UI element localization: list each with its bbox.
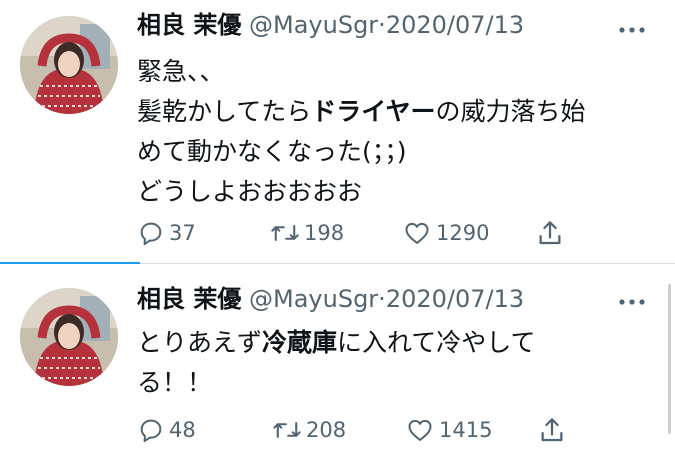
- retweet-button[interactable]: 198: [270, 218, 344, 248]
- more-icon[interactable]: [617, 20, 647, 40]
- separator-dot: ·: [378, 285, 386, 313]
- share-button[interactable]: [535, 218, 565, 248]
- tweet-date[interactable]: 2020/07/13: [386, 11, 524, 39]
- avatar[interactable]: [20, 288, 118, 386]
- like-count: 1415: [439, 418, 493, 442]
- tweet-actions: 48 208 1415: [137, 415, 577, 445]
- tweet-text: とりあえず冷蔵庫に入れて冷やしてる！！: [137, 323, 536, 403]
- text-segment: どうしよおおおおお: [137, 177, 363, 206]
- like-button[interactable]: 1415: [405, 415, 492, 445]
- text-segment: 緊急、、: [137, 57, 225, 86]
- reply-count: 48: [169, 418, 196, 442]
- tweet-header: 相良 茉優 @MayuSgr·2020/07/13: [137, 8, 524, 42]
- like-icon: [405, 222, 429, 244]
- avatar[interactable]: [20, 16, 118, 114]
- share-icon: [539, 221, 561, 245]
- highlighted-text: 冷蔵庫: [262, 328, 338, 357]
- user-handle[interactable]: @MayuSgr: [249, 11, 378, 39]
- reply-icon: [140, 222, 162, 246]
- like-count: 1290: [436, 221, 490, 245]
- scrollbar[interactable]: [668, 284, 671, 434]
- text-segment: 髪乾かしてたら: [137, 97, 312, 126]
- share-button[interactable]: [537, 415, 567, 445]
- tweet-text: 緊急、、 髪乾かしてたらドライヤーの威力落ち始 めて動かなくなった(；；) どうしよお…: [137, 52, 586, 212]
- highlighted-text: ドライヤー: [311, 97, 436, 126]
- tweet-text-line: 髪乾かしてたらドライヤーの威力落ち始: [137, 92, 586, 132]
- reply-button[interactable]: 37: [137, 218, 196, 248]
- tweet-actions: 37 198 1290: [137, 218, 577, 248]
- reply-count: 37: [169, 221, 196, 245]
- tweet-text-line: とりあえず冷蔵庫に入れて冷やして: [137, 323, 536, 363]
- user-handle[interactable]: @MayuSgr: [249, 285, 378, 313]
- text-segment: の威力落ち始: [435, 97, 586, 126]
- retweet-icon: [271, 225, 299, 241]
- like-button[interactable]: 1290: [402, 218, 489, 248]
- text-segment: めて動かなくなった(；；): [137, 137, 407, 166]
- tweet-divider: [140, 263, 675, 264]
- tweet-divider-accent: [0, 262, 140, 264]
- tweet[interactable]: 相良 茉優 @MayuSgr·2020/07/13 緊急、、髪乾かしてたらドライ…: [0, 0, 675, 265]
- text-segment: る！！: [137, 368, 213, 397]
- retweet-button[interactable]: 208: [272, 415, 346, 445]
- retweet-count: 208: [306, 418, 347, 442]
- separator-dot: ·: [378, 11, 386, 39]
- display-name[interactable]: 相良 茉優: [137, 285, 241, 313]
- tweet-text-line: る！！: [137, 363, 536, 403]
- tweet-text-line: 緊急、、: [137, 52, 586, 92]
- tweet-text-line: めて動かなくなった(；；): [137, 132, 586, 172]
- display-name[interactable]: 相良 茉優: [137, 11, 241, 39]
- tweet-header: 相良 茉優 @MayuSgr·2020/07/13: [137, 282, 524, 316]
- tweet-date[interactable]: 2020/07/13: [386, 285, 524, 313]
- like-icon: [408, 419, 432, 441]
- reply-icon: [140, 419, 162, 443]
- tweet-text-line: どうしよおおおおお: [137, 172, 586, 212]
- text-segment: に入れて冷やして: [337, 328, 536, 357]
- retweet-icon: [273, 422, 301, 438]
- more-icon[interactable]: [617, 292, 647, 312]
- tweet[interactable]: 相良 茉優 @MayuSgr·2020/07/13 とりあえず冷蔵庫に入れて冷や…: [0, 265, 675, 462]
- retweet-count: 198: [304, 221, 345, 245]
- text-segment: とりあえず: [137, 328, 263, 357]
- share-icon: [541, 418, 563, 442]
- reply-button[interactable]: 48: [137, 415, 196, 445]
